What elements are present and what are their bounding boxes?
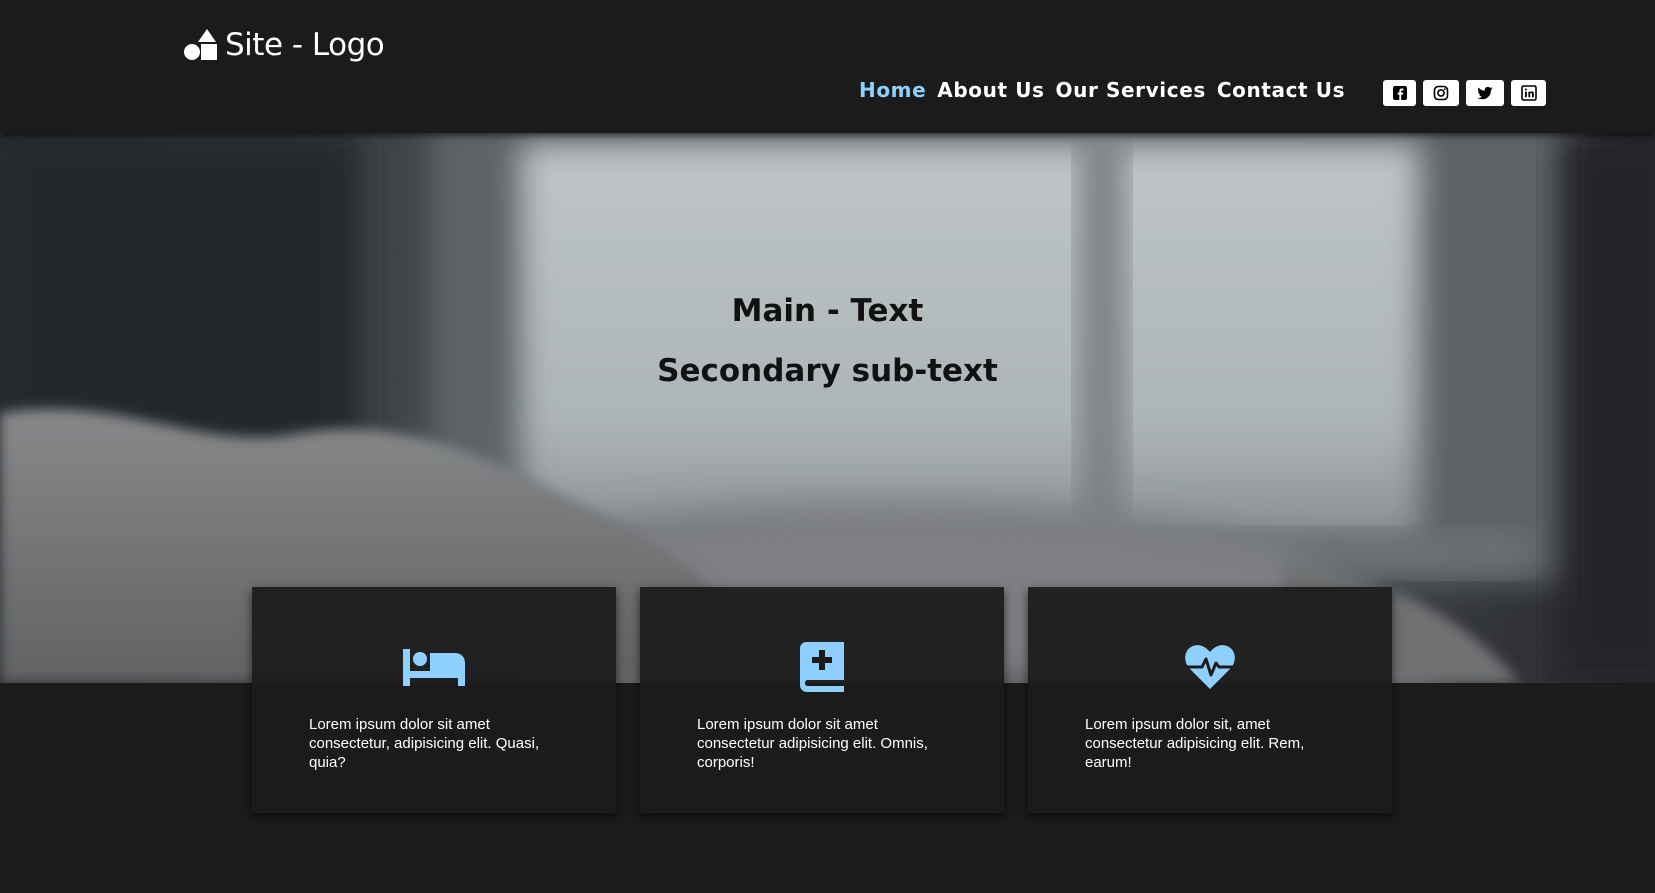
social-links: [1383, 80, 1546, 106]
site-header: Site - Logo Home About Us Our Services C…: [0, 0, 1655, 133]
instagram-button[interactable]: [1423, 80, 1459, 106]
hero-subtitle: Secondary sub-text: [657, 353, 998, 389]
heartbeat-icon: [1185, 645, 1235, 689]
instagram-icon: [1433, 85, 1449, 101]
facebook-button[interactable]: [1383, 80, 1416, 106]
site-logo[interactable]: Site - Logo: [183, 22, 385, 68]
feature-cards: Lorem ipsum dolor sit amet consectetur, …: [252, 587, 1392, 813]
bed-icon: [403, 649, 465, 686]
facebook-icon: [1392, 86, 1407, 100]
nav-about-us[interactable]: About Us: [937, 78, 1044, 102]
hero-title: Main - Text: [731, 293, 924, 329]
feature-card: Lorem ipsum dolor sit amet consectetur a…: [640, 587, 1004, 813]
feature-card: Lorem ipsum dolor sit, amet consectetur …: [1028, 587, 1392, 813]
card-text: Lorem ipsum dolor sit amet consectetur, …: [309, 716, 540, 771]
page: Site - Logo Home About Us Our Services C…: [0, 0, 1655, 893]
feature-card: Lorem ipsum dolor sit amet consectetur, …: [252, 587, 616, 813]
linkedin-button[interactable]: [1511, 80, 1546, 106]
nav-home[interactable]: Home: [859, 78, 926, 102]
nav-contact-us[interactable]: Contact Us: [1217, 78, 1345, 102]
card-text: Lorem ipsum dolor sit, amet consectetur …: [1085, 716, 1305, 771]
logo-text: Site - Logo: [225, 27, 385, 63]
card-text: Lorem ipsum dolor sit amet consectetur a…: [697, 716, 928, 771]
linkedin-icon: [1520, 85, 1537, 101]
medical-book-icon: [800, 642, 844, 692]
twitter-icon: [1477, 86, 1493, 100]
shapes-icon: [184, 29, 217, 60]
twitter-button[interactable]: [1466, 80, 1504, 106]
nav-our-services[interactable]: Our Services: [1056, 78, 1206, 102]
main-nav: Home About Us Our Services Contact Us: [859, 78, 1345, 102]
